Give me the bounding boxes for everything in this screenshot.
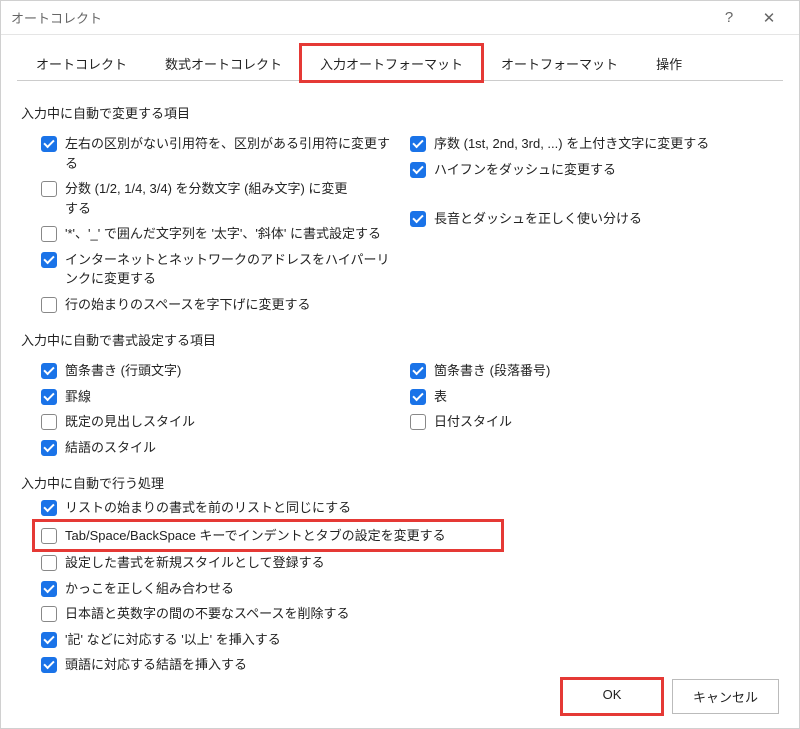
checkbox-icon	[41, 500, 57, 516]
checkbox-icon	[410, 136, 426, 152]
checkbox-icon	[410, 389, 426, 405]
tab-strip: オートコレクト 数式オートコレクト 入力オートフォーマット オートフォーマット …	[1, 35, 799, 81]
close-icon[interactable]: ✕	[749, 9, 789, 27]
opt-remove-jp-en-spaces[interactable]: 日本語と英数字の間の不要なスペースを削除する	[41, 604, 779, 624]
section-apply-title: 入力中に自動で書式設定する項目	[21, 330, 779, 349]
checkbox-label: リストの始まりの書式を前のリストと同じにする	[65, 498, 779, 518]
opt-bold-italic[interactable]: '*'、'_' で囲んだ文字列を '太字'、'斜体' に書式設定する	[41, 224, 410, 244]
checkbox-icon	[41, 136, 57, 152]
section-auto-options: リストの始まりの書式を前のリストと同じにする Tab/Space/BackSpa…	[21, 498, 779, 675]
opt-heading-styles[interactable]: 既定の見出しスタイル	[41, 412, 410, 432]
checkbox-icon	[41, 632, 57, 648]
tab-label: 操作	[656, 57, 682, 72]
checkbox-icon	[41, 528, 57, 544]
autocorrect-dialog: オートコレクト ? ✕ オートコレクト 数式オートコレクト 入力オートフォーマッ…	[0, 0, 800, 729]
checkbox-label: 設定した書式を新規スタイルとして登録する	[65, 553, 779, 573]
help-icon[interactable]: ?	[709, 9, 749, 26]
opt-indent-spaces[interactable]: 行の始まりのスペースを字下げに変更する	[41, 295, 410, 315]
section-replace-options: 左右の区別がない引用符を、区別がある引用符に変更する 分数 (1/2, 1/4,…	[21, 128, 779, 320]
ok-button[interactable]: OK	[562, 679, 662, 714]
checkbox-icon	[410, 363, 426, 379]
checkbox-icon	[41, 226, 57, 242]
checkbox-label: 長音とダッシュを正しく使い分ける	[434, 209, 779, 229]
opt-border-lines[interactable]: 罫線	[41, 387, 410, 407]
checkbox-label: '*'、'_' で囲んだ文字列を '太字'、'斜体' に書式設定する	[65, 224, 410, 244]
opt-bulleted-list[interactable]: 箇条書き (行頭文字)	[41, 361, 410, 381]
checkbox-icon	[41, 657, 57, 673]
opt-ordinals[interactable]: 序数 (1st, 2nd, 3rd, ...) を上付き文字に変更する	[410, 134, 779, 154]
opt-tab-space-backspace-indent[interactable]: Tab/Space/BackSpace キーでインデントとタブの設定を変更する	[37, 524, 499, 548]
checkbox-label: 行の始まりのスペースを字下げに変更する	[65, 295, 410, 315]
dialog-title: オートコレクト	[11, 8, 709, 27]
checkbox-label: 序数 (1st, 2nd, 3rd, ...) を上付き文字に変更する	[434, 134, 779, 154]
checkbox-label: '記' などに対応する '以上' を挿入する	[65, 630, 779, 650]
opt-hyperlinks[interactable]: インターネットとネットワークのアドレスをハイパーリンクに変更する	[41, 250, 410, 289]
checkbox-icon	[41, 389, 57, 405]
checkbox-icon	[41, 297, 57, 313]
section1-left-col: 左右の区別がない引用符を、区別がある引用符に変更する 分数 (1/2, 1/4,…	[41, 128, 410, 320]
tab-label: オートフォーマット	[501, 57, 618, 72]
opt-date-style[interactable]: 日付スタイル	[410, 412, 779, 432]
tab-autocorrect[interactable]: オートコレクト	[17, 45, 146, 81]
opt-insert-ijo[interactable]: '記' などに対応する '以上' を挿入する	[41, 630, 779, 650]
checkbox-label: インターネットとネットワークのアドレスをハイパーリンクに変更する	[65, 250, 410, 289]
tab-autoformat-as-you-type[interactable]: 入力オートフォーマット	[301, 45, 482, 81]
titlebar: オートコレクト ? ✕	[1, 1, 799, 35]
checkbox-label: 罫線	[65, 387, 410, 407]
checkbox-label: 分数 (1/2, 1/4, 3/4) を分数文字 (組み文字) に変更する	[65, 179, 365, 218]
opt-smart-quotes[interactable]: 左右の区別がない引用符を、区別がある引用符に変更する	[41, 134, 410, 173]
checkbox-label: 箇条書き (行頭文字)	[65, 361, 410, 381]
tab-label: オートコレクト	[36, 57, 127, 72]
dialog-footer: OK キャンセル	[562, 679, 779, 714]
opt-fractions[interactable]: 分数 (1/2, 1/4, 3/4) を分数文字 (組み文字) に変更する	[41, 179, 410, 218]
section-replace-title: 入力中に自動で変更する項目	[21, 103, 779, 122]
opt-tables[interactable]: 表	[410, 387, 779, 407]
checkbox-label: Tab/Space/BackSpace キーでインデントとタブの設定を変更する	[65, 526, 495, 546]
button-label: OK	[603, 687, 622, 702]
checkbox-label: 日付スタイル	[434, 412, 779, 432]
opt-long-sound-dash[interactable]: 長音とダッシュを正しく使い分ける	[410, 209, 779, 229]
tab-autoformat[interactable]: オートフォーマット	[482, 45, 637, 81]
checkbox-icon	[41, 581, 57, 597]
checkbox-label: 表	[434, 387, 779, 407]
checkbox-label: かっこを正しく組み合わせる	[65, 579, 779, 599]
opt-hyphen-dash[interactable]: ハイフンをダッシュに変更する	[410, 160, 779, 180]
button-label: キャンセル	[693, 690, 758, 705]
checkbox-icon	[41, 555, 57, 571]
checkbox-icon	[410, 414, 426, 430]
tab-content: 入力中に自動で変更する項目 左右の区別がない引用符を、区別がある引用符に変更する…	[1, 81, 799, 691]
checkbox-label: 左右の区別がない引用符を、区別がある引用符に変更する	[65, 134, 410, 173]
checkbox-icon	[41, 606, 57, 622]
opt-define-new-style[interactable]: 設定した書式を新規スタイルとして登録する	[41, 553, 779, 573]
checkbox-label: 頭語に対応する結語を挿入する	[65, 655, 779, 675]
opt-insert-closing-word[interactable]: 頭語に対応する結語を挿入する	[41, 655, 779, 675]
checkbox-label: 箇条書き (段落番号)	[434, 361, 779, 381]
checkbox-icon	[41, 363, 57, 379]
tab-actions[interactable]: 操作	[637, 45, 701, 81]
checkbox-icon	[410, 211, 426, 227]
checkbox-icon	[41, 414, 57, 430]
checkbox-label: 結語のスタイル	[65, 438, 410, 458]
section-apply-options: 箇条書き (行頭文字) 罫線 既定の見出しスタイル 結語のスタイル 箇条書き (…	[21, 355, 779, 463]
section-auto-title: 入力中に自動で行う処理	[21, 473, 779, 492]
checkbox-icon	[41, 181, 57, 197]
cancel-button[interactable]: キャンセル	[672, 679, 779, 714]
opt-match-brackets[interactable]: かっこを正しく組み合わせる	[41, 579, 779, 599]
checkbox-label: 日本語と英数字の間の不要なスペースを削除する	[65, 604, 779, 624]
tab-label: 数式オートコレクト	[165, 57, 282, 72]
checkbox-icon	[41, 252, 57, 268]
checkbox-icon	[410, 162, 426, 178]
checkbox-label: ハイフンをダッシュに変更する	[434, 160, 779, 180]
checkbox-label: 既定の見出しスタイル	[65, 412, 410, 432]
section2-right-col: 箇条書き (段落番号) 表 日付スタイル	[410, 355, 779, 463]
section2-left-col: 箇条書き (行頭文字) 罫線 既定の見出しスタイル 結語のスタイル	[41, 355, 410, 463]
section1-right-col: 序数 (1st, 2nd, 3rd, ...) を上付き文字に変更する ハイフン…	[410, 128, 779, 320]
opt-numbered-list[interactable]: 箇条書き (段落番号)	[410, 361, 779, 381]
opt-format-list-start[interactable]: リストの始まりの書式を前のリストと同じにする	[41, 498, 779, 518]
checkbox-icon	[41, 440, 57, 456]
tab-label: 入力オートフォーマット	[320, 57, 463, 72]
tab-math-autocorrect[interactable]: 数式オートコレクト	[146, 45, 301, 81]
opt-closing-style[interactable]: 結語のスタイル	[41, 438, 410, 458]
